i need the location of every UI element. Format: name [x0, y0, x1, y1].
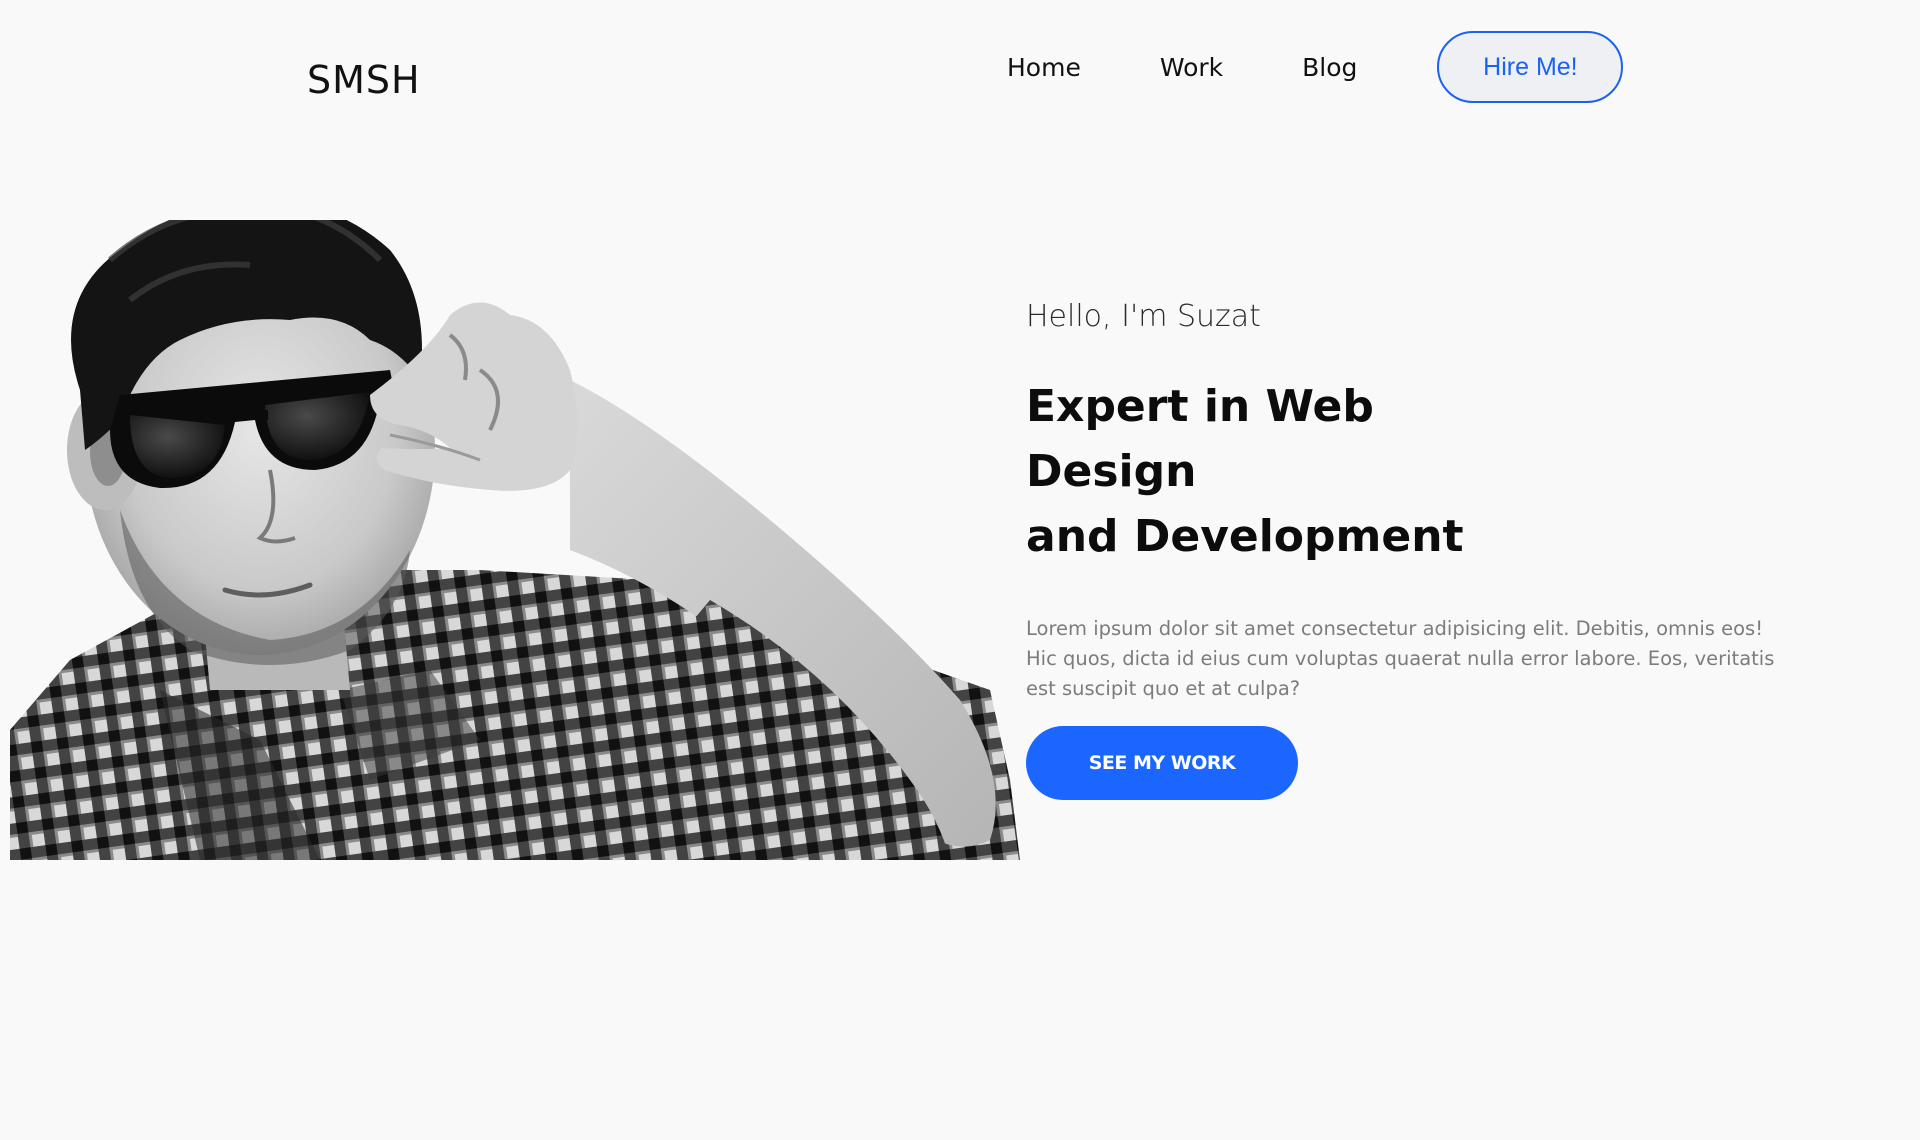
- see-my-work-button[interactable]: SEE MY WORK: [1026, 726, 1298, 800]
- hire-me-button[interactable]: Hire Me!: [1437, 31, 1624, 103]
- nav-item-home[interactable]: Home: [1007, 53, 1081, 82]
- site-header: SMSH Home Work Blog Hire Me!: [0, 0, 1920, 140]
- hero-text: Hello, I'm Suzat Expert in Web Design an…: [1026, 292, 1786, 800]
- nav-item-work[interactable]: Work: [1160, 53, 1223, 82]
- main-nav: Home Work Blog Hire Me!: [1007, 30, 1624, 104]
- nav-item-blog[interactable]: Blog: [1302, 53, 1357, 82]
- site-logo[interactable]: SMSH: [307, 58, 421, 102]
- hero-headline-line2: and Development: [1026, 511, 1464, 562]
- hero-headline-line1: Expert in Web Design: [1026, 381, 1374, 497]
- hero-headline: Expert in Web Design and Development: [1026, 374, 1546, 569]
- hero-intro: Lorem ipsum dolor sit amet consectetur a…: [1026, 617, 1775, 700]
- hero-greeting: Hello, I'm Suzat: [1026, 299, 1261, 334]
